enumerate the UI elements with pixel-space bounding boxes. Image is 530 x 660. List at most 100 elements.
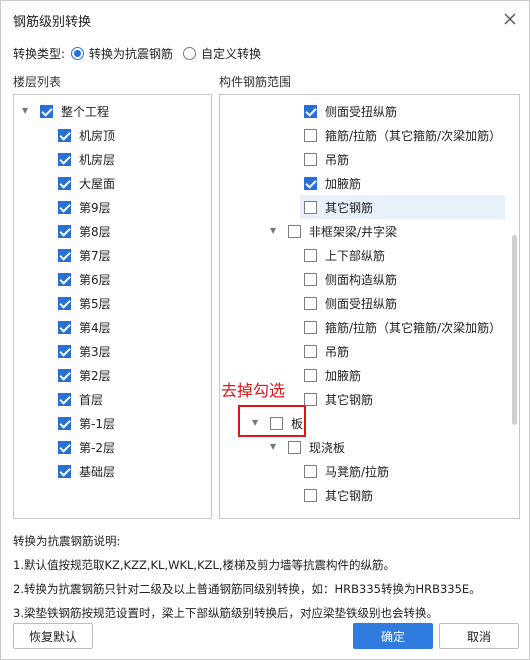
ok-button[interactable]: 确定 [353,623,433,649]
checkbox[interactable] [304,464,317,478]
tree-item-group[interactable]: ▼ 现浇板 [270,435,345,459]
tree-item[interactable]: 其它钢筋 [304,483,373,507]
conversion-type-row: 转换类型: 转换为抗震钢筋 自定义转换 [13,44,271,62]
checkbox[interactable] [40,104,53,118]
checkbox[interactable] [58,152,71,166]
chevron-down-icon[interactable]: ▼ [270,226,280,236]
radio-seismic-conversion[interactable]: 转换为抗震钢筋 [71,45,173,62]
checkbox[interactable] [58,272,71,286]
checkbox[interactable] [304,104,317,118]
tree-item-floor[interactable]: 第4层 [58,315,111,339]
vertical-scrollbar[interactable] [512,235,517,425]
checkbox[interactable] [304,152,317,166]
checkbox[interactable] [288,224,301,238]
description-line: 3.梁垫铁钢筋按规范设置时，梁上下部纵筋级别转换后，对应梁垫铁级别也会转换。 [13,606,438,620]
annotation-highlight-box [238,405,306,437]
tree-item[interactable]: 加腋筋 [304,171,361,195]
tree-item-label: 第4层 [79,320,111,335]
checkbox[interactable] [304,344,317,358]
checkbox[interactable] [58,344,71,358]
checkbox[interactable] [304,296,317,310]
tree-item[interactable]: 加腋筋 [304,363,361,387]
tree-item[interactable]: 侧面受扭纵筋 [304,291,397,315]
tree-item[interactable]: 吊筋 [304,147,349,171]
tree-item-floor[interactable]: 第2层 [58,363,111,387]
tree-item[interactable]: 侧面受扭纵筋 [304,99,397,123]
cancel-button[interactable]: 取消 [439,623,519,649]
tree-item-floor[interactable]: 第8层 [58,219,111,243]
checkbox[interactable] [58,392,71,406]
tree-item-label: 第2层 [79,368,111,383]
checkbox[interactable] [58,224,71,238]
tree-item-selected[interactable]: 其它钢筋 [300,195,505,219]
checkbox[interactable] [304,272,317,286]
checkbox[interactable] [304,176,317,190]
tree-item-label: 吊筋 [325,344,350,359]
checkbox[interactable] [304,488,317,502]
tree-item-label: 第7层 [79,248,111,263]
checkbox[interactable] [304,320,317,334]
checkbox[interactable] [304,128,317,142]
dialog-title: 钢筋级别转换 [13,15,92,30]
restore-default-button[interactable]: 恢复默认 [13,623,93,649]
tree-item[interactable]: 侧面构造纵筋 [304,267,397,291]
tree-item[interactable]: 马凳筋/拉筋 [304,459,389,483]
chevron-down-icon[interactable]: ▼ [270,442,280,452]
tree-item-group[interactable]: ▼ 非框架梁/井字梁 [270,219,397,243]
tree-item-label: 第9层 [79,200,111,215]
checkbox[interactable] [58,248,71,262]
tree-item-label: 机房层 [79,152,116,167]
tree-item-floor[interactable]: 大屋面 [58,171,115,195]
floor-list-tree[interactable]: ▼ 整个工程 机房顶 机房层 大屋面 第9层 第8层 第7层 第6层 第5层 第… [13,94,212,519]
checkbox[interactable] [304,200,317,214]
checkbox[interactable] [58,296,71,310]
tree-item-label: 第-2层 [79,440,115,455]
tree-item-floor[interactable]: 首层 [58,387,103,411]
tree-item-floor[interactable]: 第7层 [58,243,111,267]
tree-item-root[interactable]: ▼ 整个工程 [22,99,109,123]
checkbox[interactable] [304,392,317,406]
close-icon[interactable] [501,10,519,28]
description-line: 1.默认值按规范取KZ,KZZ,KL,WKL,KZL,楼梯及剪力墙等抗震构件的纵… [13,558,396,572]
tree-item-floor[interactable]: 机房层 [58,147,115,171]
tree-item-floor[interactable]: 第-2层 [58,435,115,459]
tree-item[interactable]: 箍筋/拉筋（其它箍筋/次梁加筋） [304,315,501,339]
chevron-down-icon[interactable]: ▼ [22,106,32,116]
checkbox[interactable] [58,416,71,430]
checkbox[interactable] [58,440,71,454]
tree-item-floor[interactable]: 机房顶 [58,123,115,147]
tree-item[interactable]: 其它钢筋 [304,387,373,411]
checkbox[interactable] [58,176,71,190]
radio-custom-conversion[interactable]: 自定义转换 [183,45,261,62]
tree-item[interactable]: 上下部纵筋 [304,243,385,267]
checkbox[interactable] [304,368,317,382]
tree-item-label: 非框架梁/井字梁 [309,224,398,239]
checkbox[interactable] [288,440,301,454]
tree-item-label: 上下部纵筋 [325,248,386,263]
radio-label: 自定义转换 [201,46,262,61]
tree-item-label: 基础层 [79,464,116,479]
tree-item-floor[interactable]: 第3层 [58,339,111,363]
checkbox[interactable] [58,320,71,334]
radio-button-selected[interactable] [71,46,85,60]
checkbox[interactable] [304,248,317,262]
tree-item-floor[interactable]: 基础层 [58,459,115,483]
component-rebar-tree[interactable]: 侧面受扭纵筋 箍筋/拉筋（其它箍筋/次梁加筋） 吊筋 加腋筋 其它钢筋 ▼ 非框架… [219,94,520,519]
tree-item-label: 侧面受扭纵筋 [325,104,398,119]
checkbox[interactable] [58,464,71,478]
checkbox[interactable] [58,128,71,142]
radio-button[interactable] [183,46,197,60]
tree-item-floor[interactable]: 第9层 [58,195,111,219]
tree-item-label: 马凳筋/拉筋 [325,464,390,479]
tree-item-floor[interactable]: 第6层 [58,267,111,291]
checkbox[interactable] [58,368,71,382]
tree-item-floor[interactable]: 第-1层 [58,411,115,435]
tree-item[interactable]: 吊筋 [304,339,349,363]
tree-item[interactable]: 箍筋/拉筋（其它箍筋/次梁加筋） [304,123,501,147]
tree-item-label: 箍筋/拉筋（其它箍筋/次梁加筋） [325,128,502,143]
rebar-grade-conversion-dialog: 钢筋级别转换 转换类型: 转换为抗震钢筋 自定义转换 楼层列表 构件钢筋范围 ▼… [0,0,530,660]
checkbox[interactable] [58,200,71,214]
tree-item-label: 侧面构造纵筋 [325,272,398,287]
tree-item-floor[interactable]: 第5层 [58,291,111,315]
tree-item-label: 第3层 [79,344,111,359]
